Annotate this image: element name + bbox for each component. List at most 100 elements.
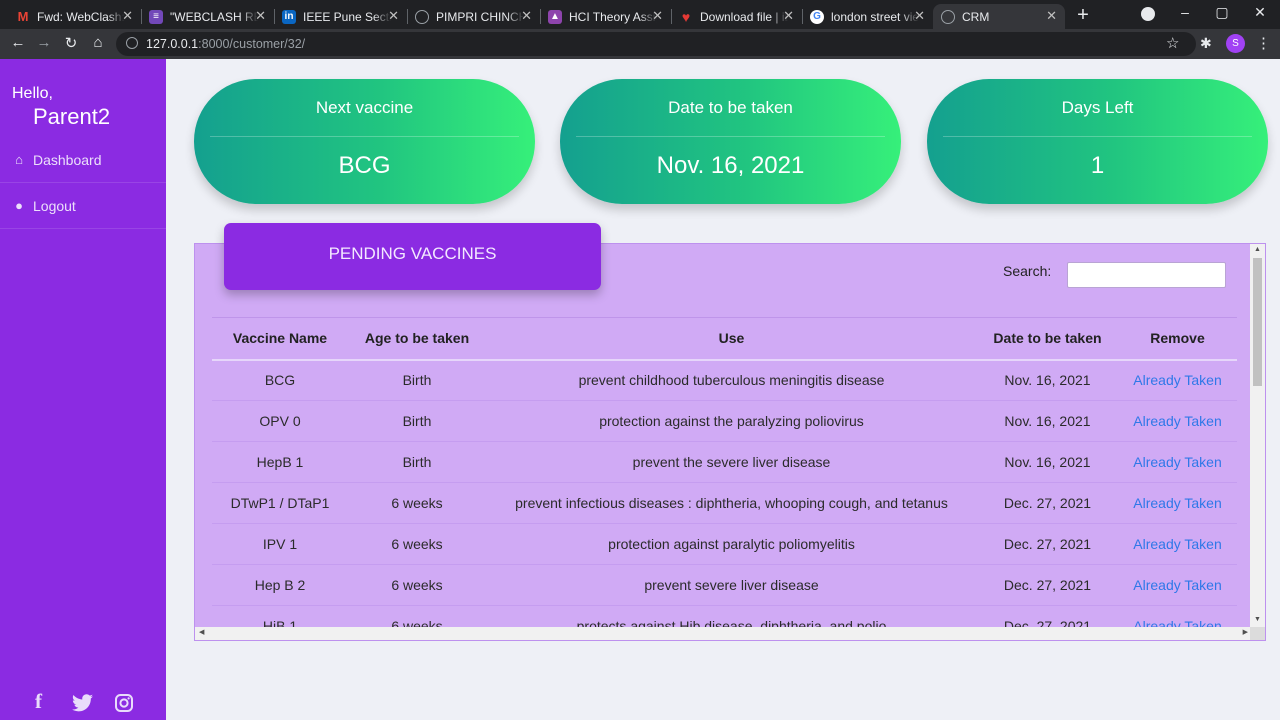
maximize-icon[interactable]: ▢ (1212, 4, 1232, 21)
age-cell: 6 weeks (348, 482, 486, 524)
tab-label: IEEE Pune Section (303, 9, 391, 24)
date-cell: Dec. 27, 2021 (977, 564, 1118, 606)
use-cell: prevent infectious diseases : diphtheria… (486, 482, 977, 524)
use-cell: protection against the paralyzing poliov… (486, 400, 977, 442)
card-divider (943, 136, 1252, 137)
already-taken-link[interactable]: Already Taken (1118, 564, 1237, 606)
scroll-right-icon[interactable]: ▶ (1243, 628, 1248, 636)
tab-search-icon[interactable] (1141, 7, 1155, 21)
scroll-up-icon[interactable]: ▲ (1250, 246, 1265, 253)
browser-tab[interactable]: ≡ "WEBCLASH REGI ✕ (141, 4, 274, 29)
horizontal-scrollbar[interactable]: ◀ ▶ (195, 627, 1252, 640)
close-tab-icon[interactable]: ✕ (521, 8, 532, 24)
sidebar-item-dashboard[interactable]: ⌂ Dashboard (0, 137, 166, 183)
address-bar[interactable]: 127.0.0.1:8000/customer/32/ (116, 32, 1196, 56)
browser-tab[interactable]: ▲ HCI Theory Assign ✕ (540, 4, 671, 29)
pending-vaccines-panel: Search: Vaccine Name Age to be taken Use… (194, 243, 1266, 641)
card-value: Nov. 16, 2021 (656, 152, 805, 179)
table-header-row: Vaccine Name Age to be taken Use Date to… (212, 317, 1237, 361)
vaccine-name-cell: DTwP1 / DTaP1 (212, 482, 348, 524)
date-cell: Nov. 16, 2021 (977, 441, 1118, 483)
minimize-icon[interactable]: – (1175, 4, 1195, 20)
vaccine-name-cell: BCG (212, 359, 348, 401)
page: Hello, Parent2 ⌂ Dashboard ● Logout f Ne… (0, 59, 1280, 720)
scrollbar-thumb[interactable] (1253, 258, 1262, 386)
column-header[interactable]: Use (486, 317, 977, 361)
age-cell: 6 weeks (348, 523, 486, 565)
already-taken-link[interactable]: Already Taken (1118, 400, 1237, 442)
table-row: HepB 1 Birth prevent the severe liver di… (212, 441, 1237, 483)
column-header[interactable]: Date to be taken (977, 317, 1118, 361)
date-cell: Dec. 27, 2021 (977, 482, 1118, 524)
close-tab-icon[interactable]: ✕ (255, 8, 266, 24)
browser-toolbar: ← → ↻ ⌂ 127.0.0.1:8000/customer/32/ ☆ ✱ … (0, 29, 1280, 59)
facebook-icon[interactable]: f (35, 689, 42, 714)
profile-avatar[interactable]: S (1226, 34, 1245, 53)
browser-tab[interactable]: in IEEE Pune Section ✕ (274, 4, 407, 29)
site-info-icon[interactable] (126, 37, 138, 49)
close-tab-icon[interactable]: ✕ (122, 8, 133, 24)
greeting: Hello, (12, 85, 53, 102)
pending-vaccines-title: PENDING VACCINES (224, 223, 601, 290)
date-cell: Nov. 16, 2021 (977, 400, 1118, 442)
globe-icon (941, 9, 955, 24)
pending-vaccines-table: Vaccine Name Age to be taken Use Date to… (212, 317, 1237, 640)
close-tab-icon[interactable]: ✕ (652, 8, 663, 24)
sidebar-item-logout[interactable]: ● Logout (0, 183, 166, 229)
scroll-left-icon[interactable]: ◀ (199, 628, 204, 636)
close-tab-icon[interactable]: ✕ (388, 8, 399, 24)
extensions-icon[interactable]: ✱ (1200, 35, 1212, 52)
card-divider (210, 136, 519, 137)
new-tab-icon[interactable]: + (1073, 4, 1093, 27)
sidebar: Hello, Parent2 ⌂ Dashboard ● Logout f (0, 59, 166, 720)
vaccine-name-cell: IPV 1 (212, 523, 348, 565)
menu-icon[interactable]: ⋮ (1256, 34, 1271, 52)
vertical-scrollbar[interactable]: ▲ ▼ (1250, 244, 1265, 629)
url-host: 127.0.0.1 (146, 37, 199, 51)
already-taken-link[interactable]: Already Taken (1118, 523, 1237, 565)
age-cell: 6 weeks (348, 564, 486, 606)
use-cell: prevent the severe liver disease (486, 441, 977, 483)
column-header[interactable]: Remove (1118, 317, 1237, 361)
gmail-icon: M (17, 9, 29, 24)
forward-icon[interactable]: → (34, 34, 54, 51)
instagram-icon[interactable] (115, 694, 133, 712)
tab-label: PIMPRI CHINCHW (436, 9, 524, 24)
use-cell: protection against paralytic poliomyelit… (486, 523, 977, 565)
browser-tab[interactable]: ♥ Download file | iL ✕ (671, 4, 802, 29)
table-row: IPV 1 6 weeks protection against paralyt… (212, 523, 1237, 565)
already-taken-link[interactable]: Already Taken (1118, 359, 1237, 401)
table-row: Hep B 2 6 weeks prevent severe liver dis… (212, 564, 1237, 606)
reload-icon[interactable]: ↻ (61, 34, 81, 52)
home-icon[interactable]: ⌂ (88, 34, 108, 51)
already-taken-link[interactable]: Already Taken (1118, 482, 1237, 524)
scroll-down-icon[interactable]: ▼ (1250, 616, 1265, 623)
browser-tab[interactable]: PIMPRI CHINCHW ✕ (407, 4, 540, 29)
next-vaccine-card: Next vaccine BCG (194, 79, 535, 204)
column-header[interactable]: Vaccine Name (212, 317, 348, 361)
linkedin-icon: in (282, 9, 296, 24)
close-tab-icon[interactable]: ✕ (783, 8, 794, 24)
already-taken-link[interactable]: Already Taken (1118, 441, 1237, 483)
browser-tab-active[interactable]: CRM ✕ (933, 4, 1065, 29)
close-tab-icon[interactable]: ✕ (1046, 8, 1057, 24)
bookmark-star-icon[interactable]: ☆ (1166, 34, 1179, 52)
browser-tab-strip: M Fwd: WebClash: F ✕ ≡ "WEBCLASH REGI ✕ … (0, 0, 1280, 29)
vaccine-name-cell: OPV 0 (212, 400, 348, 442)
twitter-icon[interactable] (72, 694, 93, 712)
tab-label: "WEBCLASH REGI (170, 9, 258, 24)
google-icon: G (810, 9, 824, 24)
back-icon[interactable]: ← (8, 34, 28, 51)
browser-tab[interactable]: M Fwd: WebClash: F ✕ (8, 4, 141, 29)
table-row: DTwP1 / DTaP1 6 weeks prevent infectious… (212, 482, 1237, 524)
scrollbar-corner (1250, 627, 1265, 640)
search-label: Search: (1003, 263, 1052, 279)
heart-icon: ♥ (681, 8, 691, 25)
column-header[interactable]: Age to be taken (348, 317, 486, 361)
card-title: Next vaccine (315, 98, 414, 117)
close-tab-icon[interactable]: ✕ (914, 8, 925, 24)
close-window-icon[interactable]: ✕ (1250, 4, 1270, 21)
age-cell: Birth (348, 359, 486, 401)
search-input[interactable] (1067, 262, 1226, 288)
browser-tab[interactable]: G london street view ✕ (802, 4, 933, 29)
